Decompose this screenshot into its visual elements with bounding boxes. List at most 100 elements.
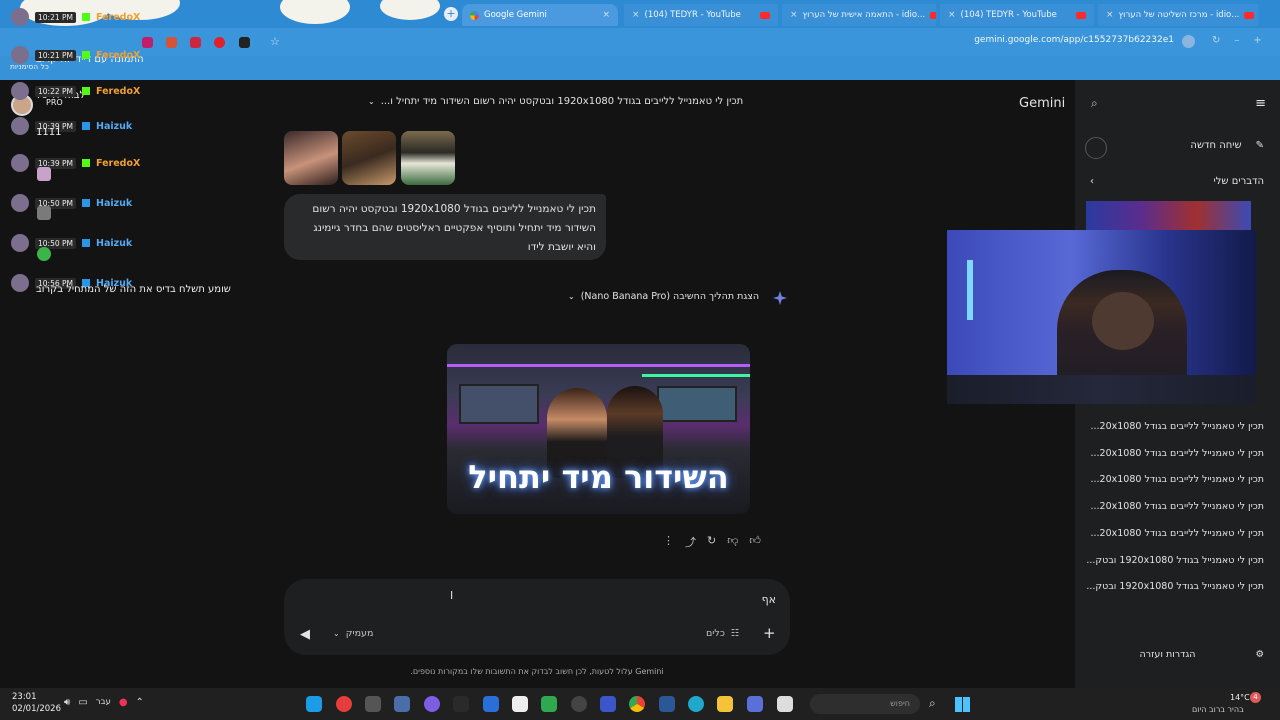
regenerate-icon[interactable]: ↻ — [707, 534, 716, 550]
chat-message-header: 10:21 PM FeredoX — [11, 8, 140, 26]
recent-chat-item[interactable]: תכין לי טאמנייל ללייבים בגודל 20x1080... — [1090, 528, 1264, 539]
search-icon[interactable]: ⌕ — [1091, 96, 1098, 111]
window-controls[interactable]: ↻–+ — [1212, 35, 1276, 46]
app-icon[interactable] — [659, 696, 675, 712]
app-icon[interactable] — [424, 696, 440, 712]
thumbs-down-icon[interactable]: 👎︎ — [727, 534, 738, 550]
recent-chat-item[interactable]: תכין לי טאמנייל ללייבים בגודל 20x1080... — [1090, 474, 1264, 485]
recent-chat-item[interactable]: תכין לי טאמנייל בגודל 1920x1080 ובטק... — [1086, 581, 1264, 592]
text-cursor-icon: I — [450, 589, 454, 602]
tab-studio-dashboard[interactable]: × ...idio - מרכז השליטה של הערוץ — [1098, 4, 1258, 26]
app-icon[interactable] — [571, 696, 587, 712]
edge-icon[interactable] — [688, 696, 704, 712]
gemini-brand[interactable]: Gemini — [1019, 96, 1065, 111]
username[interactable]: FeredoX — [96, 86, 140, 97]
avatar — [11, 194, 29, 212]
thinking-toggle[interactable]: ⌄ הצגת תהליך החשיבה (Nano Banana Pro) — [568, 291, 759, 302]
taskbar-search[interactable]: חיפוש — [810, 694, 920, 714]
chrome-icon[interactable] — [629, 696, 645, 712]
app-icon[interactable] — [512, 696, 528, 712]
folder-icon[interactable] — [717, 696, 733, 712]
recent-chat-item[interactable]: תכין לי טאמנייל ללייבים בגודל 20x1080... — [1090, 448, 1264, 459]
username[interactable]: Haizuk — [96, 238, 132, 249]
response-actions: ⋮ ⤴ ↻ 👎︎ 👍︎ — [663, 534, 761, 550]
close-icon[interactable]: × — [948, 10, 956, 20]
app-icon[interactable] — [541, 696, 557, 712]
tab-youtube-2[interactable]: × (104) TEDYR - YouTube — [940, 4, 1094, 26]
language-indicator[interactable]: עבר — [96, 697, 111, 708]
app-icon[interactable] — [600, 696, 616, 712]
recent-chat-item[interactable]: תכין לי טאמנייל ללייבים בגודל 20x1080... — [1090, 421, 1264, 432]
chat-message-header: 10:21 PM FeredoX — [11, 46, 140, 64]
tab-studio-customize[interactable]: × ...idio - התאמה אישית של הערוץ — [782, 4, 936, 26]
avatar — [11, 154, 29, 172]
app-icon[interactable] — [453, 696, 469, 712]
thumbs-up-icon[interactable]: 👍︎ — [749, 534, 761, 550]
attached-image[interactable] — [342, 131, 396, 185]
more-options-icon[interactable]: ⋮ — [663, 534, 674, 550]
send-button[interactable]: ◀ — [300, 627, 310, 642]
username[interactable]: FeredoX — [96, 50, 140, 61]
webcam-overlay — [947, 230, 1256, 404]
gemini-icon — [470, 10, 479, 20]
menu-icon[interactable]: ≡ — [1255, 96, 1266, 111]
network-icon[interactable]: ▭ — [78, 697, 87, 708]
new-chat-button[interactable]: שיחה חדשה ✎ — [1190, 140, 1264, 151]
weather-temp[interactable]: 14°C — [1230, 693, 1250, 702]
recent-chat-item[interactable]: תכין לי טאמנייל בגודל 1920x1080 ובטק... — [1086, 555, 1264, 566]
chevron-up-icon[interactable]: ⌃ — [136, 697, 144, 708]
username[interactable]: Haizuk — [96, 121, 132, 132]
emote — [37, 167, 51, 181]
search-icon[interactable]: ⌕ — [929, 696, 936, 711]
address-bar[interactable]: gemini.google.com/app/c1552737b62232e1 — [974, 35, 1174, 45]
chevron-down-icon: ⌄ — [368, 97, 375, 106]
app-icon[interactable] — [394, 696, 410, 712]
my-stuff-header[interactable]: ‹ הדברים שלי — [1090, 176, 1264, 187]
mode-selector[interactable]: ⌄ מעמיק — [333, 628, 373, 639]
prompt-input[interactable]: אף — [762, 593, 776, 606]
app-icon[interactable] — [777, 696, 793, 712]
tune-icon: ☷ — [730, 628, 740, 639]
emote — [37, 206, 51, 220]
app-icon[interactable] — [365, 696, 381, 712]
close-icon[interactable]: × — [790, 10, 798, 20]
share-icon[interactable]: ⤴ — [685, 534, 696, 550]
volume-icon[interactable]: 🔊︎ — [64, 697, 70, 708]
kick-icon — [82, 13, 90, 21]
tab-gemini[interactable]: Google Gemini × — [462, 4, 618, 26]
chat-message-header: 10:39 PM Haizuk — [11, 117, 132, 135]
canvas-icon[interactable] — [1085, 137, 1107, 159]
attached-image[interactable] — [401, 131, 455, 185]
tools-button[interactable]: כלים ☷ — [706, 628, 739, 639]
username[interactable]: FeredoX — [96, 158, 140, 169]
thumbnail-title: השידור מיד יתחיל — [468, 458, 729, 496]
clock-date[interactable]: 02/01/2026 — [12, 704, 61, 714]
chat-message-text: שומע תשלח בדיס את הזה של המתחיל בקרוב — [36, 284, 231, 295]
notification-badge[interactable]: 4 — [1250, 692, 1261, 703]
profile-sync-icon[interactable] — [1182, 35, 1195, 48]
weather-desc[interactable]: בהיר ברוב היום — [1192, 705, 1244, 714]
avatar — [11, 8, 29, 26]
settings-button[interactable]: הגדרות ועזרה ⚙ — [1140, 649, 1264, 660]
app-icon[interactable] — [306, 696, 322, 712]
conversation-title[interactable]: ⌄ תכין לי טאמנייל ללייבים בגודל 1920x108… — [368, 96, 780, 107]
new-tab-button[interactable]: + — [444, 7, 458, 21]
close-icon[interactable]: × — [602, 10, 610, 20]
close-icon[interactable]: × — [1106, 10, 1114, 20]
chevron-down-icon: ⌄ — [333, 629, 340, 638]
username[interactable]: Haizuk — [96, 198, 132, 209]
app-icon[interactable] — [336, 696, 352, 712]
add-attachment-button[interactable]: + — [763, 624, 776, 642]
generated-image[interactable]: השידור מיד יתחיל — [447, 344, 750, 514]
clock-time[interactable]: 23:01 — [12, 692, 37, 702]
close-icon[interactable]: × — [632, 10, 640, 20]
username[interactable]: FeredoX — [96, 12, 140, 23]
avatar — [11, 117, 29, 135]
app-icon[interactable] — [747, 696, 763, 712]
app-icon[interactable] — [483, 696, 499, 712]
tab-youtube[interactable]: × (104) TEDYR - YouTube — [624, 4, 778, 26]
system-tray[interactable]: 🔊︎ ▭ עבר ● ⌃ — [64, 697, 144, 708]
recent-chat-item[interactable]: תכין לי טאמנייל ללייבים בגודל 20x1080... — [1090, 501, 1264, 512]
microphone-icon[interactable]: ● — [119, 697, 128, 708]
start-button[interactable] — [955, 697, 970, 712]
